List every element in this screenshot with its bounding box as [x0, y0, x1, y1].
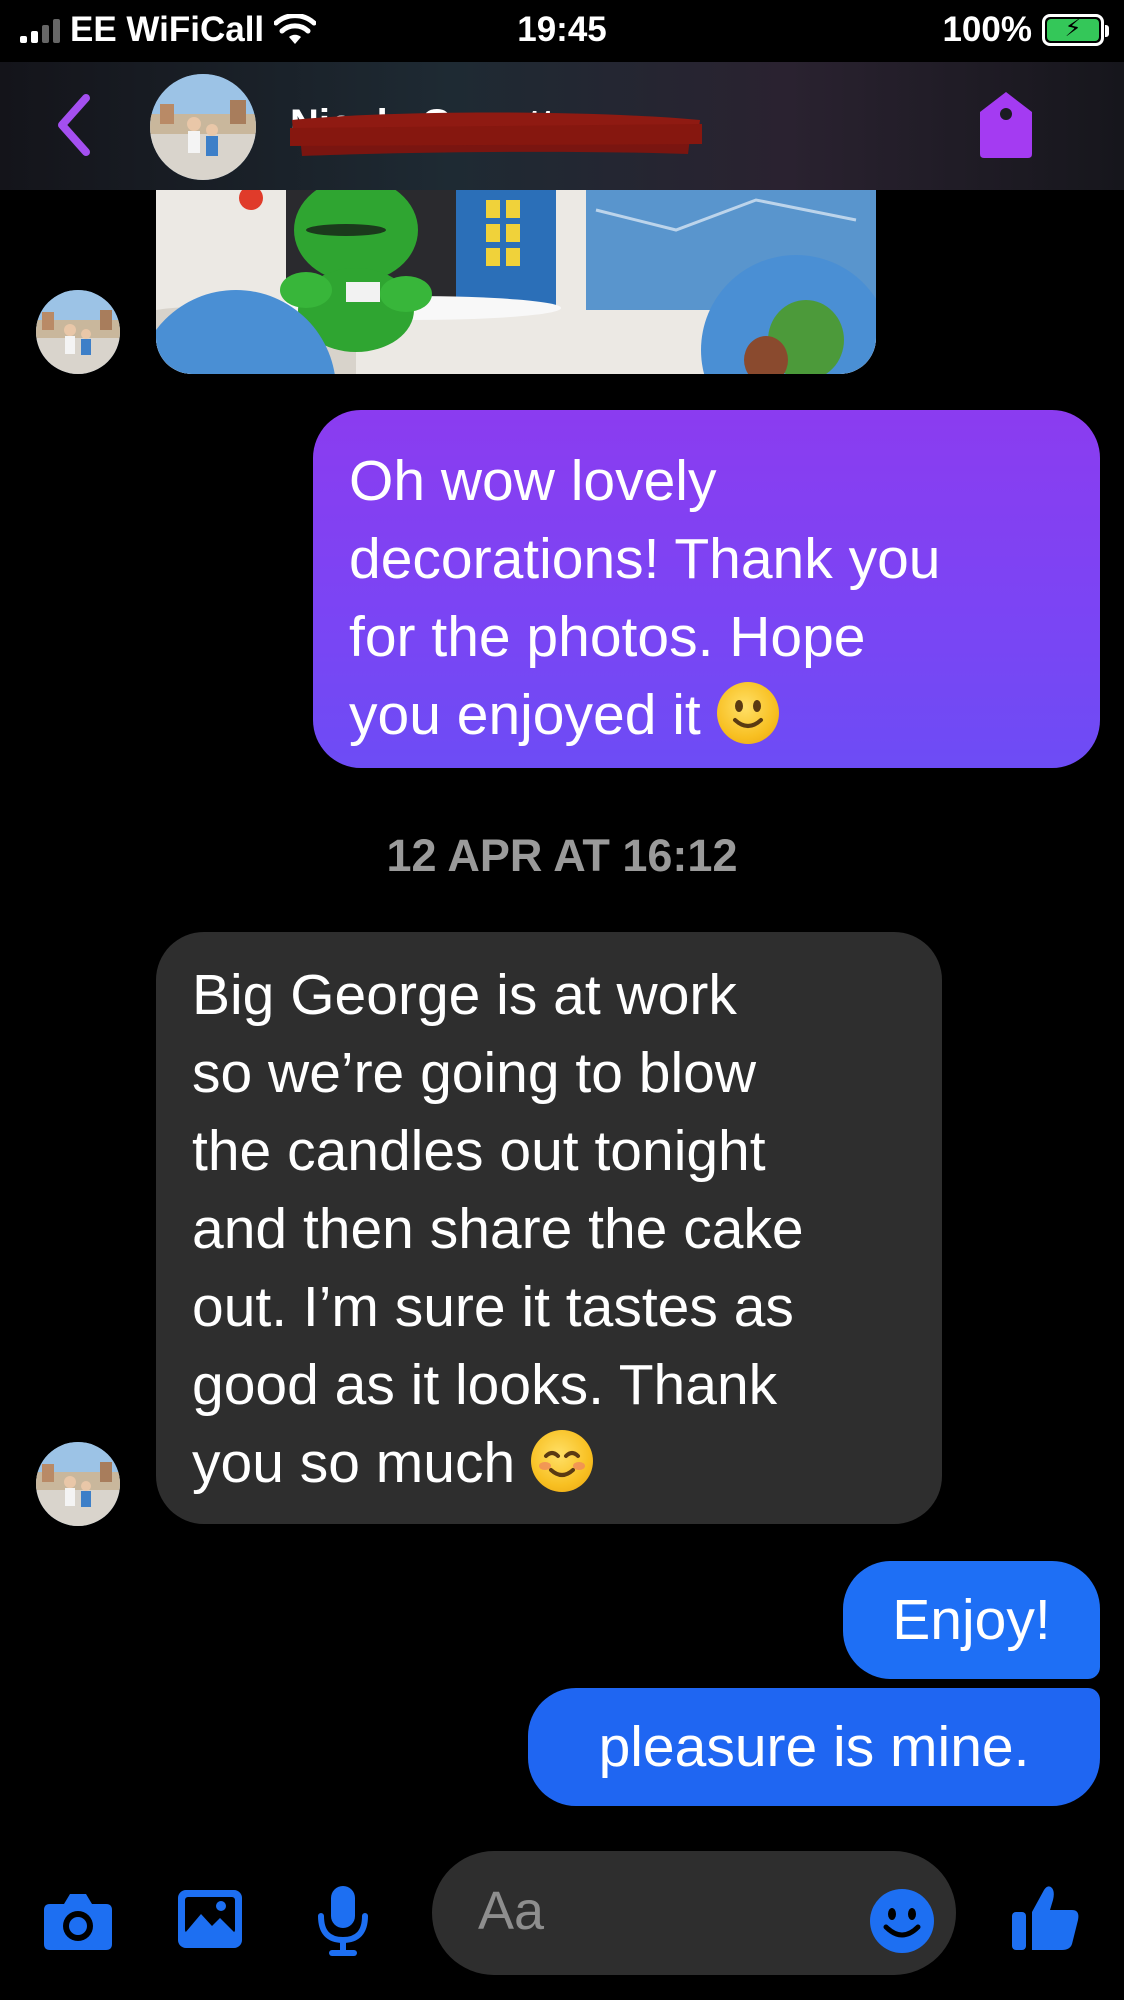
conversation-header: Nicola Garratt — [0, 62, 1124, 190]
status-right: 100% ⚡ — [942, 10, 1109, 50]
emoji-icon[interactable] — [868, 1887, 936, 1955]
outgoing-message[interactable]: pleasure is mine. — [528, 1688, 1100, 1806]
message-line: decorations! Thank you — [349, 527, 941, 591]
tag-icon[interactable] — [978, 90, 1034, 160]
message-line: and then share the cake — [192, 1197, 804, 1261]
gallery-icon[interactable] — [176, 1888, 244, 1950]
message-line: out. I’m sure it tastes as — [192, 1275, 794, 1339]
incoming-message[interactable]: Big George is at work so we’re going to … — [156, 932, 942, 1524]
message-input-placeholder: Aa — [478, 1881, 545, 1941]
message-line: so we’re going to blow — [192, 1041, 756, 1105]
thumbs-up-icon[interactable] — [1010, 1882, 1082, 1954]
message-line: good as it looks. Thank — [192, 1353, 778, 1417]
message-line: Big George is at work — [192, 963, 737, 1027]
microphone-icon[interactable] — [315, 1884, 371, 1958]
message-line: Oh wow lovely — [349, 449, 717, 513]
outgoing-message[interactable]: Oh wow lovely decorations! Thank you for… — [313, 410, 1100, 768]
battery-icon: ⚡ — [1042, 14, 1109, 46]
message-line: for the photos. Hope — [349, 605, 866, 669]
battery-percent: 100% — [942, 10, 1032, 49]
redaction-scribble — [290, 112, 702, 156]
back-icon[interactable] — [50, 90, 100, 160]
contact-avatar-small[interactable] — [36, 1442, 120, 1526]
contact-avatar[interactable] — [150, 74, 256, 180]
message-line: you so much — [192, 1424, 906, 1502]
status-bar: EE WiFiCall 19:45 100% ⚡ — [0, 0, 1124, 62]
contact-avatar-small[interactable] — [36, 290, 120, 374]
outgoing-message[interactable]: Enjoy! — [843, 1561, 1100, 1679]
message-line: you enjoyed it — [349, 676, 1064, 754]
message-line: the candles out tonight — [192, 1119, 766, 1183]
message-timestamp: 12 APR AT 16:12 — [386, 830, 738, 881]
cake-photo[interactable] — [156, 190, 876, 374]
smiling-face-icon — [531, 1430, 594, 1492]
camera-icon[interactable] — [42, 1890, 114, 1952]
slightly-smiling-face-icon — [716, 682, 779, 744]
